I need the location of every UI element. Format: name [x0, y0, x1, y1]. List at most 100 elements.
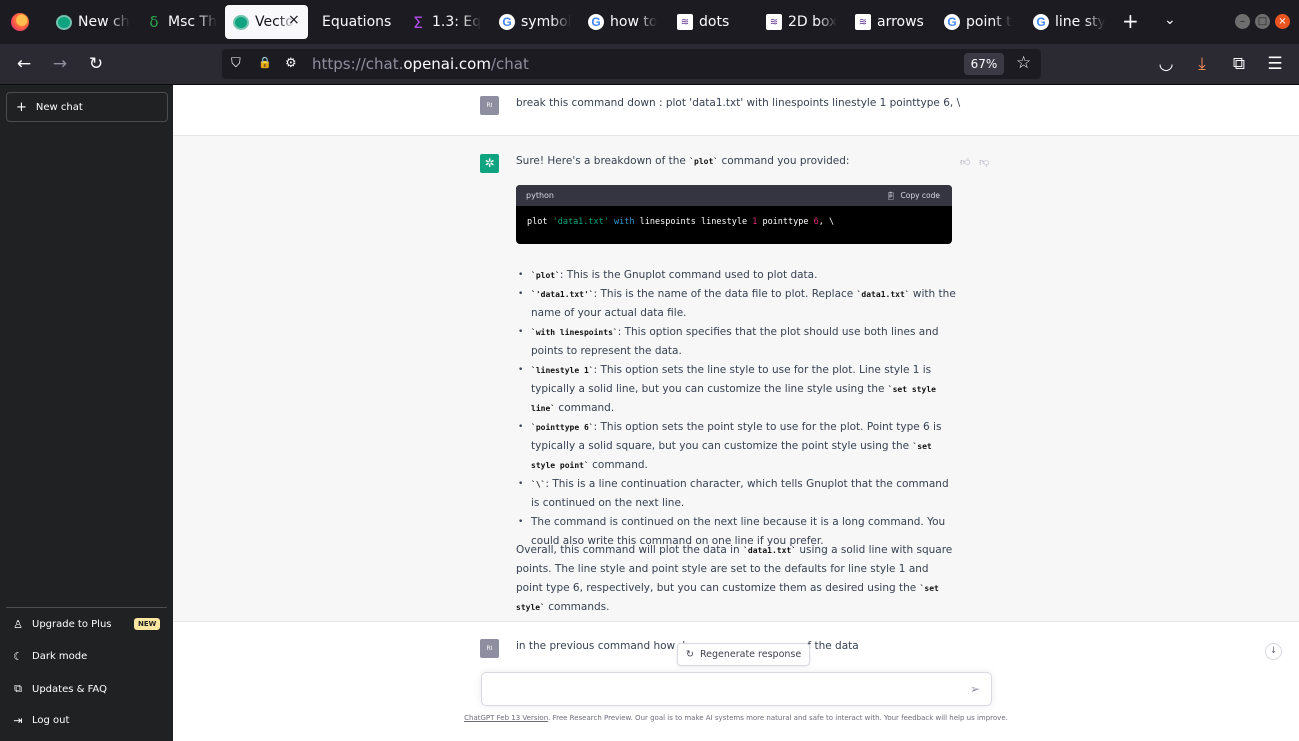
pocket-icon[interactable]: ◡ — [1155, 54, 1177, 74]
thumbs-up-icon[interactable]: 👍︎ — [960, 156, 970, 168]
inline-code: `plot` — [531, 271, 560, 280]
navigation-toolbar: ← → ↻ ⛉ 🔒 ⚙ https://chat.openai.com/chat… — [0, 44, 1299, 85]
minimize-icon[interactable]: – — [1235, 14, 1250, 29]
bookmark-star-icon[interactable]: ☆ — [1016, 53, 1031, 73]
google-icon: G — [499, 14, 515, 30]
tab-label: arrows — [877, 14, 924, 30]
tab-label: dots — [699, 14, 730, 30]
reload-icon[interactable]: ↻ — [85, 54, 107, 74]
footer-text: . Free Research Preview. Our goal is to … — [548, 714, 1008, 722]
tab-msc[interactable]: δ Msc Th — [138, 5, 218, 39]
chatgpt-icon — [233, 14, 249, 30]
new-badge: NEW — [134, 618, 161, 630]
inline-code: `\` — [531, 480, 546, 489]
tab-label: New ch — [78, 14, 130, 30]
tab-label: point t — [966, 14, 1012, 30]
log-out-button[interactable]: ⇥ Log out — [12, 714, 69, 727]
tex-icon: ≋ — [855, 14, 871, 30]
list-item: `pointtype 6`: This option sets the poin… — [516, 418, 956, 475]
intro-text: command you provided: — [718, 155, 850, 167]
window-close-icon[interactable]: × — [1275, 14, 1290, 29]
url-prefix: https://chat. — [312, 55, 404, 73]
intro-text: Sure! Here's a breakdown of the — [516, 155, 690, 167]
code-token: plot — [527, 217, 553, 227]
code-language: python — [526, 191, 554, 200]
tab-close-icon[interactable]: × — [288, 12, 300, 28]
code-token-keyword: with — [614, 217, 635, 227]
list-item-text: command. — [555, 402, 615, 414]
permissions-icon[interactable]: ⚙ — [285, 56, 297, 71]
inline-code: `linestyle 1` — [531, 366, 594, 375]
moon-icon: ☾ — [13, 650, 23, 663]
code-token-string: 'data1.txt' — [552, 217, 609, 227]
lock-icon[interactable]: 🔒 — [258, 56, 272, 69]
list-all-tabs-icon[interactable]: ⌄ — [1164, 12, 1176, 28]
scroll-down-icon[interactable]: ↓ — [1265, 643, 1282, 660]
maximize-icon[interactable]: □ — [1255, 14, 1270, 29]
external-link-icon: ⧉ — [14, 682, 22, 695]
list-item: `plot`: This is the Gnuplot command used… — [516, 266, 956, 285]
tab-label: symbol — [521, 14, 571, 30]
shield-icon[interactable]: ⛉ — [231, 56, 241, 71]
list-item: `\`: This is a line continuation charact… — [516, 475, 956, 513]
new-chat-label: New chat — [35, 101, 83, 113]
url-path: /chat — [490, 55, 529, 73]
user-avatar: RI — [480, 639, 499, 658]
tab-line-style[interactable]: G line sty — [1025, 5, 1105, 39]
dark-mode-button[interactable]: ☾ Dark mode — [12, 650, 87, 663]
tab-label: Msc Th — [168, 14, 217, 30]
assistant-intro: Sure! Here's a breakdown of the `plot` c… — [516, 152, 849, 171]
code-token: linespoints linestyle — [634, 217, 753, 227]
new-tab-icon[interactable]: + — [1122, 10, 1139, 32]
tab-equations-2[interactable]: Σ 1.3: Eq — [402, 5, 482, 39]
tab-2d-box[interactable]: ≋ 2D box — [758, 5, 838, 39]
upgrade-to-plus-button[interactable]: ♙ Upgrade to Plus — [12, 618, 112, 631]
url-domain: openai.com — [403, 55, 491, 73]
forward-icon[interactable]: → — [49, 54, 71, 74]
tab-dots[interactable]: ≋ dots — [669, 5, 749, 39]
extensions-icon[interactable]: ⧉ — [1228, 54, 1250, 74]
inline-code: `'data1.txt'` — [531, 290, 594, 299]
chatgpt-avatar-icon: ✲ — [480, 154, 499, 173]
new-chat-button[interactable]: + New chat — [6, 92, 168, 122]
tab-new-chat[interactable]: New ch — [48, 5, 132, 39]
assistant-summary: Overall, this command will plot the data… — [516, 541, 956, 617]
tab-label: 1.3: Eq — [432, 14, 482, 30]
back-icon[interactable]: ← — [13, 54, 35, 74]
tab-arrows[interactable]: ≋ arrows — [847, 5, 927, 39]
google-icon: G — [1033, 14, 1049, 30]
updates-label: Updates & FAQ — [32, 683, 107, 695]
tab-how-to[interactable]: G how to — [580, 5, 660, 39]
refresh-icon: ↻ — [686, 649, 694, 660]
list-item-text: : This is the Gnuplot command used to pl… — [559, 269, 818, 281]
copy-code-label: Copy code — [900, 191, 941, 200]
list-item-text: : This is a line continuation character,… — [531, 478, 949, 509]
regenerate-response-button[interactable]: ↻ Regenerate response — [677, 643, 811, 666]
send-icon[interactable]: ➢ — [970, 682, 980, 696]
clipboard-icon: 📋︎ — [885, 191, 896, 200]
version-link[interactable]: ChatGPT Feb 13 Version — [464, 714, 548, 722]
tex-icon: ≋ — [677, 14, 693, 30]
assistant-message: ✲ Sure! Here's a breakdown of the `plot`… — [173, 136, 1299, 622]
thumbs-down-icon[interactable]: 👎︎ — [979, 156, 989, 168]
code-content: plot 'data1.txt' with linespoints linest… — [516, 206, 952, 238]
download-icon[interactable]: ⤓ — [1191, 54, 1213, 74]
updates-faq-link[interactable]: ⧉ Updates & FAQ — [12, 682, 107, 696]
message-input[interactable]: ➢ — [481, 672, 992, 706]
tab-label: line sty — [1055, 14, 1105, 30]
tab-equations[interactable]: Equations — [314, 5, 394, 39]
menu-icon[interactable]: ☰ — [1264, 54, 1286, 74]
summary-text: Overall, this command will plot the data… — [516, 544, 744, 556]
tab-symbol[interactable]: G symbol — [491, 5, 571, 39]
chatgpt-icon — [56, 14, 72, 30]
google-icon: G — [588, 14, 604, 30]
tab-point-type[interactable]: G point t — [936, 5, 1016, 39]
url-text[interactable]: https://chat.openai.com/chat — [312, 55, 529, 73]
upgrade-label: Upgrade to Plus — [32, 619, 112, 630]
copy-code-button[interactable]: 📋︎ Copy code — [886, 191, 940, 200]
zoom-level-badge[interactable]: 67% — [964, 53, 1004, 75]
user-message: RI break this command down : plot 'data1… — [173, 85, 1299, 136]
firefox-logo-icon[interactable] — [11, 13, 29, 31]
user-message-2-start: in the previous command how do — [516, 640, 692, 652]
url-bar[interactable]: ⛉ 🔒 ⚙ https://chat.openai.com/chat 67% ☆ — [222, 49, 1041, 79]
